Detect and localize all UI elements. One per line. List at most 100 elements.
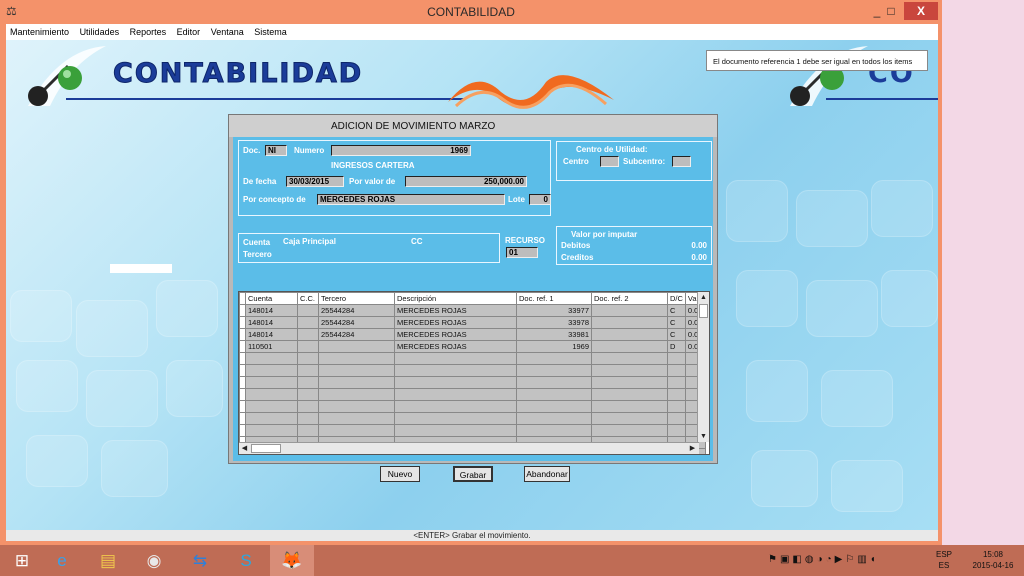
grid-cell[interactable]: MERCEDES ROJAS: [394, 328, 517, 341]
skype-icon[interactable]: S: [224, 545, 268, 576]
table-row[interactable]: [239, 364, 706, 377]
concepto-field[interactable]: MERCEDES ROJAS: [317, 194, 505, 205]
grid-cell[interactable]: C: [667, 328, 686, 341]
grid-cell[interactable]: [591, 352, 668, 365]
table-row[interactable]: 148014 25544284 MERCEDES ROJAS 33977 C 0.00: [239, 304, 706, 317]
grid-column-header[interactable]: Tercero: [318, 292, 395, 305]
grid-cell[interactable]: [591, 412, 668, 425]
grid-cell[interactable]: [297, 340, 319, 353]
table-row[interactable]: 148014 25544284 MERCEDES ROJAS 33981 C 0.00: [239, 328, 706, 341]
grabar-button[interactable]: Grabar: [453, 466, 493, 482]
grid-cell[interactable]: [667, 376, 686, 389]
grid-cell[interactable]: [516, 376, 592, 389]
scroll-left-icon[interactable]: ◀: [239, 443, 250, 454]
menu-editor[interactable]: Editor: [173, 24, 205, 37]
grid-cell[interactable]: [297, 316, 319, 329]
menu-utilidades[interactable]: Utilidades: [76, 24, 124, 37]
table-row[interactable]: 110501 MERCEDES ROJAS 1969 D 0.00: [239, 340, 706, 353]
menu-reportes[interactable]: Reportes: [126, 24, 171, 37]
grid-cell[interactable]: [591, 316, 668, 329]
grid-cell[interactable]: [591, 376, 668, 389]
menu-mantenimiento[interactable]: Mantenimiento: [6, 24, 73, 37]
grid-column-header[interactable]: Doc. ref. 2: [591, 292, 668, 305]
grid-cell[interactable]: [394, 412, 517, 425]
grid-cell[interactable]: [591, 328, 668, 341]
lote-field[interactable]: 0: [529, 194, 551, 205]
grid-cell[interactable]: [297, 352, 319, 365]
table-row[interactable]: [239, 400, 706, 413]
menu-ventana[interactable]: Ventana: [207, 24, 248, 37]
grid-column-header[interactable]: D/C: [667, 292, 686, 305]
subcentro-field[interactable]: [672, 156, 691, 167]
valor-field[interactable]: 250,000.00: [405, 176, 527, 187]
grid-cell[interactable]: [667, 424, 686, 437]
grid-cell[interactable]: 33978: [516, 316, 592, 329]
grid-cell[interactable]: [516, 388, 592, 401]
fecha-field[interactable]: 30/03/2015: [286, 176, 344, 187]
grid-cell[interactable]: [297, 412, 319, 425]
grid-cell[interactable]: [245, 424, 298, 437]
maximize-button[interactable]: □: [880, 2, 902, 20]
grid-cell[interactable]: 25544284: [318, 316, 395, 329]
grid-cell[interactable]: [516, 424, 592, 437]
grid-cell[interactable]: [318, 340, 395, 353]
grid-cell[interactable]: [516, 412, 592, 425]
grid-cell[interactable]: [318, 388, 395, 401]
grid-cell[interactable]: [318, 424, 395, 437]
table-row[interactable]: [239, 388, 706, 401]
dialog-title-bar[interactable]: ADICION DE MOVIMIENTO MARZO: [229, 115, 717, 137]
grid-cell[interactable]: [667, 412, 686, 425]
grid-cell[interactable]: [516, 400, 592, 413]
grid-cell[interactable]: [318, 400, 395, 413]
language-indicator[interactable]: ESP ES: [936, 549, 952, 571]
grid-cell[interactable]: [516, 364, 592, 377]
grid-cell[interactable]: [245, 400, 298, 413]
grid-cell[interactable]: [667, 352, 686, 365]
teamviewer-icon[interactable]: ⇆: [178, 545, 222, 576]
vertical-scroll-thumb[interactable]: [699, 304, 708, 318]
grid-cell[interactable]: [245, 352, 298, 365]
grid-cell[interactable]: [318, 352, 395, 365]
horizontal-scroll-thumb[interactable]: [251, 444, 281, 453]
grid-cell[interactable]: 25544284: [318, 304, 395, 317]
grid-cell[interactable]: [667, 388, 686, 401]
numero-field[interactable]: 1969: [331, 145, 471, 156]
grid-column-header[interactable]: C.C.: [297, 292, 319, 305]
grid-cell[interactable]: [297, 304, 319, 317]
windows-start-icon[interactable]: ⊞: [0, 545, 44, 576]
grid-cell[interactable]: 1969: [516, 340, 592, 353]
grid-cell[interactable]: [516, 352, 592, 365]
table-row[interactable]: [239, 412, 706, 425]
grid-cell[interactable]: 33977: [516, 304, 592, 317]
grid-column-header[interactable]: Doc. ref. 1: [516, 292, 592, 305]
recurso-field[interactable]: 01: [506, 247, 538, 258]
grid-cell[interactable]: 110501: [245, 340, 298, 353]
grid-cell[interactable]: [297, 424, 319, 437]
grid-cell[interactable]: [297, 388, 319, 401]
grid-cell[interactable]: 33981: [516, 328, 592, 341]
grid-cell[interactable]: MERCEDES ROJAS: [394, 316, 517, 329]
nuevo-button[interactable]: Nuevo: [380, 466, 420, 482]
grid-cell[interactable]: [394, 364, 517, 377]
clock[interactable]: 15:08 2015-04-16: [965, 549, 1021, 571]
grid-column-header[interactable]: Descripción: [394, 292, 517, 305]
table-row[interactable]: [239, 352, 706, 365]
system-tray[interactable]: ⚑▣◧◍◑◔▶⚐▥◖: [768, 554, 879, 565]
title-bar[interactable]: ⚖ CONTABILIDAD _ □ X: [0, 0, 942, 24]
grid-cell[interactable]: [591, 304, 668, 317]
table-row[interactable]: [239, 376, 706, 389]
grid-cell[interactable]: [394, 400, 517, 413]
menu-sistema[interactable]: Sistema: [250, 24, 291, 37]
grid-cell[interactable]: [394, 388, 517, 401]
grid-cell[interactable]: 148014: [245, 316, 298, 329]
centro-field[interactable]: [600, 156, 619, 167]
doc-field[interactable]: NI: [265, 145, 287, 156]
grid-cell[interactable]: [394, 424, 517, 437]
grid-cell[interactable]: [394, 376, 517, 389]
grid-cell[interactable]: [297, 328, 319, 341]
fox-app-icon[interactable]: 🦊: [270, 545, 314, 576]
grid-cell[interactable]: 148014: [245, 304, 298, 317]
horizontal-scrollbar[interactable]: ◀ ▶: [239, 442, 699, 454]
grid-cell[interactable]: [591, 424, 668, 437]
internet-explorer-icon[interactable]: e: [40, 545, 84, 576]
